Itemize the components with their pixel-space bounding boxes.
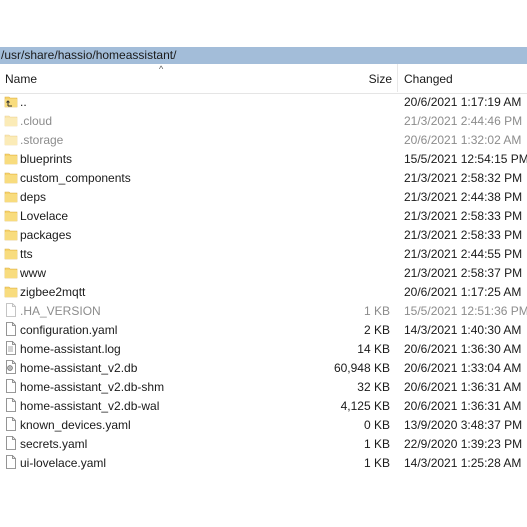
folder-row[interactable]: zigbee2mqtt 20/6/2021 1:17:25 AM bbox=[0, 282, 527, 301]
file-changed-date: 21/3/2021 2:58:33 PM bbox=[404, 209, 523, 223]
path-text: /usr/share/hassio/homeassistant/ bbox=[1, 48, 177, 62]
column-header: ^ Name Size Changed bbox=[0, 64, 527, 94]
folder-row[interactable]: Lovelace 21/3/2021 2:58:33 PM bbox=[0, 206, 527, 225]
file-icon bbox=[4, 436, 18, 450]
file-changed-date: 21/3/2021 2:44:38 PM bbox=[404, 190, 523, 204]
file-name: configuration.yaml bbox=[20, 323, 118, 337]
file-changed-date: 15/5/2021 12:51:36 PM bbox=[404, 304, 527, 318]
folder-row[interactable]: packages 21/3/2021 2:58:33 PM bbox=[0, 225, 527, 244]
folder-row[interactable]: blueprints 15/5/2021 12:54:15 PM bbox=[0, 149, 527, 168]
file-name: secrets.yaml bbox=[20, 437, 88, 451]
file-changed-date: 20/6/2021 1:17:19 AM bbox=[404, 95, 522, 109]
file-size: 1 KB bbox=[363, 304, 390, 318]
file-changed-date: 14/3/2021 1:25:28 AM bbox=[404, 456, 522, 470]
folder-icon bbox=[4, 284, 18, 298]
file-name: home-assistant.log bbox=[20, 342, 121, 356]
folder-row[interactable]: .. 20/6/2021 1:17:19 AM bbox=[0, 92, 527, 111]
file-icon bbox=[4, 417, 18, 431]
file-name: tts bbox=[20, 247, 33, 261]
file-name: known_devices.yaml bbox=[20, 418, 131, 432]
file-icon bbox=[4, 455, 18, 469]
file-changed-date: 14/3/2021 1:40:30 AM bbox=[404, 323, 522, 337]
file-icon bbox=[4, 379, 18, 393]
parent-folder-icon bbox=[4, 94, 18, 108]
folder-row[interactable]: deps 21/3/2021 2:44:38 PM bbox=[0, 187, 527, 206]
file-icon bbox=[4, 303, 18, 317]
file-row[interactable]: home-assistant_v2.db 60,948 KB 20/6/2021 1… bbox=[0, 358, 527, 377]
file-name: ui-lovelace.yaml bbox=[20, 456, 107, 470]
sort-indicator-icon: ^ bbox=[159, 64, 164, 74]
file-list: .. 20/6/2021 1:17:19 AM .cloud 21/3/2021 2:… bbox=[0, 92, 527, 472]
file-name: .HA_VERSION bbox=[20, 304, 101, 318]
file-name: custom_components bbox=[20, 171, 131, 185]
file-name: home-assistant_v2.db-wal bbox=[20, 399, 160, 413]
file-name: .cloud bbox=[20, 114, 53, 128]
file-changed-date: 20/6/2021 1:36:31 AM bbox=[404, 380, 522, 394]
file-changed-date: 20/6/2021 1:36:30 AM bbox=[404, 342, 522, 356]
column-header-size[interactable]: Size bbox=[360, 72, 392, 86]
file-icon bbox=[4, 398, 18, 412]
file-row[interactable]: secrets.yaml 1 KB 22/9/2020 1:39:23 PM bbox=[0, 434, 527, 453]
file-size: 4,125 KB bbox=[340, 399, 390, 413]
file-changed-date: 21/3/2021 2:58:37 PM bbox=[404, 266, 523, 280]
file-size: 0 KB bbox=[363, 418, 390, 432]
file-name: deps bbox=[20, 190, 47, 204]
file-icon bbox=[4, 322, 18, 336]
folder-row[interactable]: www 21/3/2021 2:58:37 PM bbox=[0, 263, 527, 282]
file-size: 2 KB bbox=[363, 323, 390, 337]
file-changed-date: 21/3/2021 2:58:33 PM bbox=[404, 228, 523, 242]
file-row[interactable]: home-assistant_v2.db-shm 32 KB 20/6/2021 1… bbox=[0, 377, 527, 396]
folder-row[interactable]: tts 21/3/2021 2:44:55 PM bbox=[0, 244, 527, 263]
column-header-name[interactable]: Name bbox=[5, 72, 37, 86]
file-changed-date: 20/6/2021 1:32:02 AM bbox=[404, 133, 522, 147]
file-row[interactable]: configuration.yaml 2 KB 14/3/2021 1:40:30 … bbox=[0, 320, 527, 339]
file-name: www bbox=[20, 266, 46, 280]
folder-icon bbox=[4, 189, 18, 203]
folder-icon bbox=[4, 208, 18, 222]
file-size: 60,948 KB bbox=[333, 361, 390, 375]
file-changed-date: 20/6/2021 1:33:04 AM bbox=[404, 361, 522, 375]
folder-row[interactable]: custom_components 21/3/2021 2:58:32 PM bbox=[0, 168, 527, 187]
text-file-icon bbox=[4, 341, 18, 355]
file-row[interactable]: known_devices.yaml 0 KB 13/9/2020 3:48:37 … bbox=[0, 415, 527, 434]
column-header-changed[interactable]: Changed bbox=[404, 72, 453, 86]
file-row[interactable]: ui-lovelace.yaml 1 KB 14/3/2021 1:25:28 AM bbox=[0, 453, 527, 472]
file-size: 1 KB bbox=[363, 456, 390, 470]
file-size: 1 KB bbox=[363, 437, 390, 451]
folder-icon bbox=[4, 113, 18, 127]
file-name: blueprints bbox=[20, 152, 73, 166]
column-divider[interactable] bbox=[397, 64, 398, 92]
file-changed-date: 15/5/2021 12:54:15 PM bbox=[404, 152, 527, 166]
file-name: Lovelace bbox=[20, 209, 69, 223]
file-name: home-assistant_v2.db-shm bbox=[20, 380, 165, 394]
database-file-icon bbox=[4, 360, 18, 374]
file-changed-date: 22/9/2020 1:39:23 PM bbox=[404, 437, 523, 451]
file-name: zigbee2mqtt bbox=[20, 285, 86, 299]
file-changed-date: 20/6/2021 1:17:25 AM bbox=[404, 285, 522, 299]
folder-icon bbox=[4, 170, 18, 184]
folder-icon bbox=[4, 227, 18, 241]
folder-icon bbox=[4, 265, 18, 279]
file-name: home-assistant_v2.db bbox=[20, 361, 138, 375]
folder-icon bbox=[4, 246, 18, 260]
file-row[interactable]: home-assistant.log 14 KB 20/6/2021 1:36:30… bbox=[0, 339, 527, 358]
file-changed-date: 21/3/2021 2:58:32 PM bbox=[404, 171, 523, 185]
path-bar[interactable]: /usr/share/hassio/homeassistant/ bbox=[0, 47, 527, 64]
folder-icon bbox=[4, 132, 18, 146]
file-name: packages bbox=[20, 228, 72, 242]
file-row[interactable]: .HA_VERSION 1 KB 15/5/2021 12:51:36 PM bbox=[0, 301, 527, 320]
file-changed-date: 13/9/2020 3:48:37 PM bbox=[404, 418, 523, 432]
file-size: 14 KB bbox=[357, 342, 390, 356]
file-row[interactable]: home-assistant_v2.db-wal 4,125 KB 20/6/202… bbox=[0, 396, 527, 415]
file-size: 32 KB bbox=[357, 380, 390, 394]
folder-row[interactable]: .storage 20/6/2021 1:32:02 AM bbox=[0, 130, 527, 149]
file-changed-date: 21/3/2021 2:44:46 PM bbox=[404, 114, 523, 128]
file-name: .. bbox=[20, 95, 27, 109]
file-changed-date: 21/3/2021 2:44:55 PM bbox=[404, 247, 523, 261]
folder-row[interactable]: .cloud 21/3/2021 2:44:46 PM bbox=[0, 111, 527, 130]
file-changed-date: 20/6/2021 1:36:31 AM bbox=[404, 399, 522, 413]
folder-icon bbox=[4, 151, 18, 165]
file-name: .storage bbox=[20, 133, 64, 147]
